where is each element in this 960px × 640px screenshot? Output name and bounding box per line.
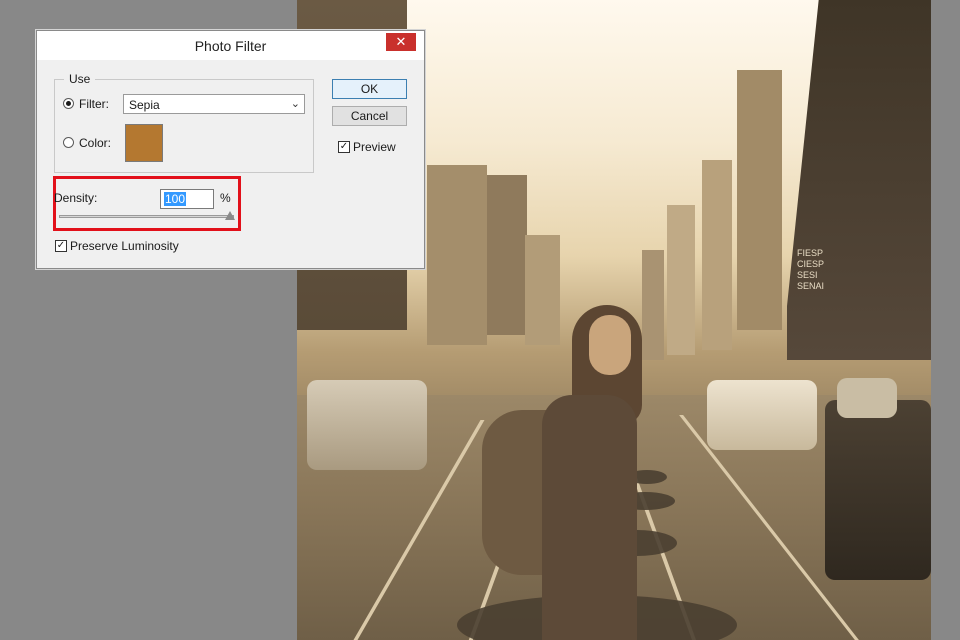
cancel-button[interactable]: Cancel bbox=[332, 106, 407, 126]
building-right-1 bbox=[737, 70, 782, 330]
person-body bbox=[542, 395, 637, 640]
building-right-tower bbox=[787, 0, 931, 360]
car-left bbox=[307, 380, 427, 470]
person-face bbox=[589, 315, 631, 375]
density-input[interactable]: 100 bbox=[160, 189, 214, 209]
building-left-2 bbox=[427, 165, 487, 345]
density-input-value: 100 bbox=[164, 192, 187, 206]
chevron-down-icon: ⌄ bbox=[290, 98, 300, 110]
use-group-legend: Use bbox=[64, 72, 96, 86]
dialog-title: Photo Filter bbox=[194, 38, 267, 54]
preserve-luminosity-label: Preserve Luminosity bbox=[70, 239, 179, 253]
density-slider-thumb[interactable] bbox=[225, 211, 235, 220]
building-left-3 bbox=[487, 175, 527, 335]
density-label: Density: bbox=[54, 191, 98, 205]
filter-select-value: Sepia bbox=[129, 98, 160, 112]
filter-label: Filter: bbox=[79, 97, 109, 111]
color-label: Color: bbox=[79, 136, 112, 150]
color-swatch[interactable] bbox=[125, 124, 163, 162]
density-slider[interactable] bbox=[59, 215, 234, 218]
building-left-4 bbox=[525, 235, 560, 345]
preview-checkbox[interactable]: ✓ bbox=[338, 141, 350, 153]
preview-label: Preview bbox=[353, 140, 396, 154]
preserve-luminosity-checkbox[interactable]: ✓ bbox=[55, 240, 67, 252]
dialog-titlebar[interactable]: Photo Filter ✕ bbox=[37, 31, 424, 60]
building-right-4 bbox=[642, 250, 664, 360]
building-right-2 bbox=[702, 160, 732, 350]
building-right-3 bbox=[667, 205, 695, 355]
fiesp-sign: FIESP CIESP SESI SENAI bbox=[797, 248, 825, 291]
car-right-white bbox=[707, 380, 817, 450]
car-right-far bbox=[837, 378, 897, 418]
density-unit: % bbox=[220, 191, 231, 205]
close-icon: ✕ bbox=[395, 34, 407, 49]
close-button[interactable]: ✕ bbox=[386, 33, 416, 51]
car-right-dark bbox=[825, 400, 931, 580]
filter-radio[interactable] bbox=[63, 98, 74, 109]
filter-select[interactable]: Sepia ⌄ bbox=[123, 94, 305, 114]
ok-button[interactable]: OK bbox=[332, 79, 407, 99]
photo-filter-dialog: Photo Filter ✕ Use Filter: Sepia ⌄ Color… bbox=[36, 30, 425, 269]
color-radio[interactable] bbox=[63, 137, 74, 148]
